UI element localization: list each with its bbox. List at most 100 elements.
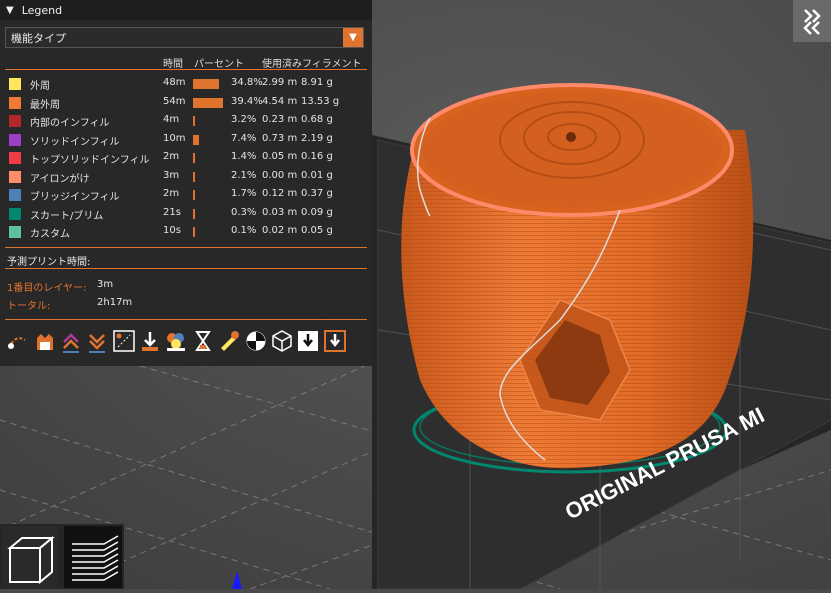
legend-row[interactable]: スカート/ブリム 21s 0.3% 0.03 m 0.09 g: [0, 205, 372, 223]
percent-bar: [193, 227, 195, 237]
legend-row[interactable]: ブリッジインフィル 2m 1.7% 0.12 m 0.37 g: [0, 186, 372, 204]
estimated-time-label: 予測プリント時間:: [7, 257, 91, 268]
view-mode-panel: [0, 524, 124, 589]
percent-bar: [193, 134, 199, 145]
filament-weight: 0.16 g: [301, 151, 333, 162]
feature-time: 54m: [163, 95, 186, 107]
color-swatch: [9, 170, 21, 183]
shells-icon[interactable]: [269, 328, 295, 354]
first-layer-value: 3m: [97, 279, 114, 290]
feature-percent: 3.2%: [231, 114, 257, 125]
collapse-sidebar-button[interactable]: [793, 0, 831, 42]
legend-divider: [5, 69, 367, 70]
legend-row[interactable]: 最外周 54m 39.4% 4.54 m 13.53 g: [0, 94, 372, 112]
filament-length: 0.73 m: [262, 132, 298, 144]
view-type-select[interactable]: 機能タイプ ▼: [5, 27, 364, 48]
filament-weight: 0.37 g: [301, 188, 333, 199]
feature-time: 2m: [163, 151, 180, 162]
retractions-icon[interactable]: [31, 328, 57, 354]
filament-length: 4.54 m: [262, 95, 298, 107]
feature-time: 10s: [163, 225, 181, 236]
percent-bar: [193, 97, 223, 108]
filament-length: 0.12 m: [262, 188, 298, 199]
color-swatch: [9, 152, 21, 164]
legend-divider: [5, 319, 367, 320]
filament-weight: 0.05 g: [301, 225, 333, 236]
travel-icon[interactable]: [5, 328, 31, 354]
custom-gcodes-icon[interactable]: [163, 328, 189, 354]
filament-weight: 13.53 g: [301, 95, 340, 107]
filament-weight: 0.68 g: [301, 114, 333, 125]
collapse-triangle-icon[interactable]: ▼: [6, 5, 14, 16]
feature-percent: 0.3%: [231, 206, 257, 218]
color-swatch: [9, 226, 21, 238]
percent-bar: [193, 171, 195, 182]
percent-bar: [193, 79, 220, 89]
color-changes-icon[interactable]: [111, 328, 137, 354]
seams-icon[interactable]: [84, 328, 110, 354]
legend-row[interactable]: ソリッドインフィル 10m 7.4% 0.73 m 2.19 g: [0, 131, 372, 149]
feature-name: 最外周: [30, 99, 60, 111]
layer-time-icon[interactable]: [216, 328, 242, 354]
first-layer-label: 1番目のレイヤー:: [7, 283, 87, 294]
legend-row[interactable]: 外周 48m 34.8% 2.99 m 8.91 g: [0, 75, 372, 93]
color-swatch: [9, 96, 21, 109]
legend-row[interactable]: アイロンがけ 3m 2.1% 0.00 m 0.01 g: [0, 168, 372, 186]
feature-name: トップソリッドインフィル: [30, 155, 150, 166]
feature-name: ソリッドインフィル: [30, 136, 120, 148]
tool-marker-icon[interactable]: [243, 328, 269, 354]
column-time: 時間: [163, 59, 183, 70]
filament-weight: 2.19 g: [301, 132, 333, 144]
color-swatch: [9, 115, 21, 127]
filament-length: 2.99 m: [262, 77, 298, 88]
deretractions-icon[interactable]: [58, 328, 84, 354]
feature-percent: 2.1%: [231, 169, 257, 181]
feature-time: 48m: [163, 77, 186, 88]
legend-row[interactable]: トップソリッドインフィル 2m 1.4% 0.05 m 0.16 g: [0, 149, 372, 167]
percent-bar: [193, 190, 195, 200]
percent-bar: [193, 208, 195, 219]
feature-name: カスタム: [30, 229, 70, 240]
filament-length: 0.23 m: [262, 114, 298, 125]
feature-name: 内部のインフィル: [30, 118, 110, 129]
legend-divider: [5, 247, 367, 248]
total-label: トータル:: [7, 301, 51, 312]
column-filament: 使用済みフィラメント: [262, 59, 362, 70]
filament-length: 0.03 m: [262, 206, 298, 218]
feature-name: アイロンがけ: [30, 173, 90, 185]
filament-weight: 8.91 g: [301, 77, 333, 88]
feature-percent: 1.4%: [231, 151, 257, 162]
bounding-box-icon[interactable]: [295, 328, 321, 354]
filament-length: 0.02 m: [262, 225, 298, 236]
filament-length: 0.00 m: [262, 169, 298, 181]
feature-percent: 0.1%: [231, 225, 257, 236]
filament-length: 0.05 m: [262, 151, 298, 162]
color-swatch: [9, 189, 21, 201]
color-swatch: [9, 133, 21, 146]
filament-weight: 0.09 g: [301, 206, 333, 218]
layers-view-icon[interactable]: [64, 526, 122, 588]
pause-prints-icon[interactable]: [137, 328, 163, 354]
feature-percent: 39.4%: [231, 95, 263, 107]
feature-time: 21s: [163, 206, 181, 218]
export-toolpaths-icon[interactable]: [322, 328, 348, 354]
color-print-icon[interactable]: [190, 328, 216, 354]
feature-name: スカート/ブリム: [30, 210, 104, 222]
cube-view-icon[interactable]: [2, 526, 58, 588]
dropdown-arrow-icon[interactable]: ▼: [343, 28, 363, 47]
legend-header[interactable]: ▼ Legend: [0, 0, 372, 20]
color-swatch: [9, 207, 21, 220]
total-value: 2h17m: [97, 297, 133, 308]
feature-time: 4m: [163, 114, 180, 125]
percent-bar: [193, 116, 196, 126]
view-type-value: 機能タイプ: [11, 31, 66, 45]
legend-title: Legend: [21, 3, 63, 17]
legend-panel: ▼ Legend 機能タイプ ▼ 時間 パーセント 使用済みフィラメント 外周 4…: [0, 0, 372, 366]
chevrons-icon: [803, 9, 821, 35]
color-swatch: [9, 78, 21, 90]
legend-row[interactable]: カスタム 10s 0.1% 0.02 m 0.05 g: [0, 223, 372, 241]
percent-bar: [193, 153, 195, 163]
legend-row[interactable]: 内部のインフィル 4m 3.2% 0.23 m 0.68 g: [0, 112, 372, 130]
filament-weight: 0.01 g: [301, 169, 333, 181]
feature-name: 外周: [30, 81, 50, 92]
